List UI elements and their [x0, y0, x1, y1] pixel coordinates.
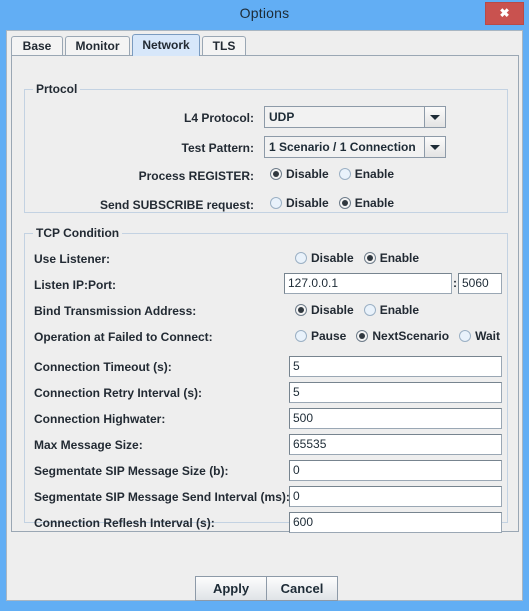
operation-pause-label: Pause — [311, 329, 347, 343]
operation-nextscenario-label: NextScenario — [372, 329, 450, 343]
bind-transmission-disable-label: Disable — [311, 303, 354, 317]
radio-unselected-icon — [363, 304, 376, 316]
cancel-button[interactable]: Cancel — [266, 576, 338, 601]
connection-reflesh-interval-label: Connection Reflesh Interval (s): — [34, 516, 215, 530]
use-listener-enable-label: Enable — [379, 251, 420, 265]
close-icon[interactable]: ✖ — [485, 2, 524, 25]
connection-highwater-label: Connection Highwater: — [34, 412, 166, 426]
dialog-client-area: Base Monitor Network TLS Prtocol L4 Prot… — [6, 30, 523, 601]
send-subscribe-enable-radio[interactable]: Enable — [338, 196, 395, 210]
bind-transmission-disable-radio[interactable]: Disable — [295, 303, 354, 317]
radio-selected-icon — [295, 304, 307, 316]
use-listener-disable-radio[interactable]: Disable — [295, 251, 354, 265]
test-pattern-label: Test Pattern: — [181, 141, 254, 155]
process-register-enable-label: Enable — [354, 167, 395, 181]
use-listener-enable-radio[interactable]: Enable — [363, 251, 420, 265]
operation-wait-radio[interactable]: Wait — [459, 329, 500, 343]
process-register-label: Process REGISTER: — [138, 169, 254, 183]
tab-base[interactable]: Base — [11, 36, 63, 56]
radio-unselected-icon — [295, 252, 307, 264]
tcp-condition-group-title: TCP Condition — [33, 226, 123, 240]
segmentate-sip-message-send-interval-label: Segmentate SIP Message Send Interval (ms… — [34, 490, 290, 504]
connection-retry-interval-input[interactable]: 5 — [289, 382, 502, 403]
radio-unselected-icon — [338, 168, 351, 180]
send-subscribe-radios: Disable Enable — [270, 196, 394, 210]
chevron-down-icon[interactable] — [424, 137, 445, 157]
max-message-size-label: Max Message Size: — [34, 438, 143, 452]
listen-ip-port-label: Listen IP:Port: — [34, 278, 117, 292]
operation-pause-radio[interactable]: Pause — [295, 329, 346, 343]
tab-bar: Base Monitor Network TLS — [11, 34, 519, 56]
ip-port-separator: : — [453, 276, 457, 290]
radio-unselected-icon — [295, 330, 307, 342]
listen-ip-input[interactable]: 127.0.0.1 — [284, 273, 452, 294]
use-listener-radios: Disable Enable — [295, 251, 419, 265]
process-register-enable-radio[interactable]: Enable — [338, 167, 395, 181]
operation-wait-label: Wait — [475, 329, 500, 343]
radio-unselected-icon — [270, 197, 282, 209]
test-pattern-combo[interactable]: 1 Scenario / 1 Connection — [264, 136, 446, 158]
window-title: Options — [239, 5, 290, 21]
operation-nextscenario-radio[interactable]: NextScenario — [356, 329, 449, 343]
connection-reflesh-interval-input[interactable]: 600 — [289, 512, 502, 533]
send-subscribe-label: Send SUBSCRIBE request: — [99, 198, 254, 212]
segmentate-sip-message-size-input[interactable]: 0 — [289, 460, 502, 481]
l4-protocol-label: L4 Protocol: — [183, 111, 254, 125]
options-dialog-window: Options ✖ Base Monitor Network TLS Prtoc… — [0, 0, 529, 611]
radio-unselected-icon — [459, 330, 472, 342]
radio-selected-icon — [356, 330, 369, 342]
radio-selected-icon — [363, 252, 376, 264]
use-listener-label: Use Listener: — [34, 252, 111, 266]
network-tab-panel: Prtocol L4 Protocol: UDP Test Pattern: 1… — [11, 55, 519, 533]
bind-transmission-enable-label: Enable — [379, 303, 420, 317]
bind-transmission-enable-radio[interactable]: Enable — [363, 303, 420, 317]
tab-tls[interactable]: TLS — [202, 36, 246, 56]
apply-button[interactable]: Apply — [195, 576, 267, 601]
connection-highwater-input[interactable]: 500 — [289, 408, 502, 429]
protocol-group-title: Prtocol — [33, 82, 81, 96]
l4-protocol-value: UDP — [269, 110, 295, 124]
test-pattern-value: 1 Scenario / 1 Connection — [269, 140, 416, 154]
l4-protocol-combo[interactable]: UDP — [264, 106, 446, 128]
use-listener-disable-label: Disable — [311, 251, 354, 265]
connection-timeout-input[interactable]: 5 — [289, 356, 502, 377]
connection-retry-interval-label: Connection Retry Interval (s): — [34, 386, 203, 400]
bind-transmission-address-label: Bind Transmission Address: — [34, 304, 197, 318]
send-subscribe-disable-radio[interactable]: Disable — [270, 196, 329, 210]
process-register-disable-radio[interactable]: Disable — [270, 167, 329, 181]
process-register-radios: Disable Enable — [270, 167, 394, 181]
segmentate-sip-message-send-interval-input[interactable]: 0 — [289, 486, 502, 507]
send-subscribe-enable-label: Enable — [354, 196, 395, 210]
radio-selected-icon — [270, 168, 282, 180]
send-subscribe-disable-label: Disable — [286, 196, 329, 210]
bind-transmission-address-radios: Disable Enable — [295, 303, 419, 317]
segmentate-sip-message-size-label: Segmentate SIP Message Size (b): — [34, 464, 229, 478]
tab-monitor[interactable]: Monitor — [65, 36, 130, 56]
max-message-size-input[interactable]: 65535 — [289, 434, 502, 455]
listen-port-input[interactable]: 5060 — [458, 273, 502, 294]
title-bar: Options ✖ — [0, 0, 529, 30]
radio-selected-icon — [338, 197, 351, 209]
operation-failed-connect-label: Operation at Failed to Connect: — [34, 330, 213, 344]
connection-timeout-label: Connection Timeout (s): — [34, 360, 172, 374]
operation-failed-connect-radios: Pause NextScenario Wait — [295, 329, 500, 343]
tab-network[interactable]: Network — [132, 34, 200, 56]
process-register-disable-label: Disable — [286, 167, 329, 181]
chevron-down-icon[interactable] — [424, 107, 445, 127]
